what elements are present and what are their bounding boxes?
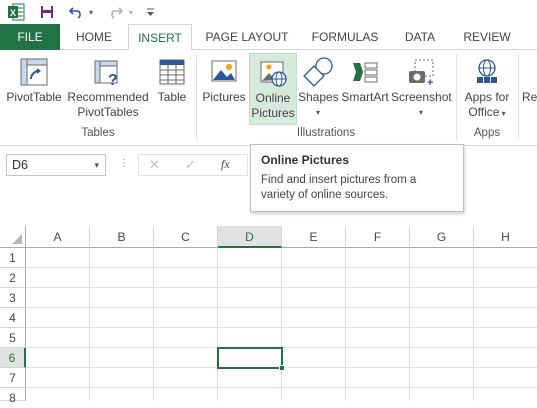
group-separator xyxy=(196,54,197,140)
tooltip-title: Online Pictures xyxy=(261,153,350,167)
apps-for-office-label-1: Apps for xyxy=(464,90,510,104)
screenshot-label: Screenshot xyxy=(391,90,452,104)
row-header-2[interactable]: 2 xyxy=(0,268,26,288)
undo-dropdown-icon[interactable]: ▾ xyxy=(86,2,96,22)
row-header-3[interactable]: 3 xyxy=(0,288,26,308)
column-header-a[interactable]: A xyxy=(26,226,90,248)
row-header-7[interactable]: 7 xyxy=(0,368,26,388)
pictures-icon xyxy=(200,54,248,90)
selected-cell-d6[interactable] xyxy=(217,347,283,369)
name-box-dropdown-icon[interactable]: ▾ xyxy=(94,155,99,175)
pivottable-label: PivotTable xyxy=(6,90,62,104)
tooltip-line-2: variety of online sources. xyxy=(261,189,389,201)
gridline xyxy=(89,248,90,401)
group-separator xyxy=(518,54,519,140)
gridline xyxy=(473,248,474,401)
gridline xyxy=(153,248,154,401)
recommended-pivottables-icon: ? xyxy=(66,54,150,90)
select-all-button[interactable] xyxy=(0,226,26,248)
excel-logo-icon: X xyxy=(6,2,26,22)
illustrations-group-label: Illustrations xyxy=(296,127,356,139)
shapes-button[interactable]: Shapes ▾ xyxy=(298,54,339,124)
svg-text:X: X xyxy=(10,8,16,18)
tooltip-line-1: Find and insert pictures from a xyxy=(261,174,417,186)
redo-icon[interactable] xyxy=(106,2,126,22)
apps-for-office-label-2: Office ▾ xyxy=(468,105,506,119)
ribbon: PivotTable ? Recommended PivotTables Tab… xyxy=(0,50,537,146)
column-header-e[interactable]: E xyxy=(282,226,346,248)
pictures-label: Pictures xyxy=(202,90,246,104)
tables-group-label: Tables xyxy=(81,127,115,139)
splitter-dots-icon[interactable]: ⋮ xyxy=(119,158,129,169)
row-header-5[interactable]: 5 xyxy=(0,328,26,348)
name-box[interactable]: D6 ▾ xyxy=(6,154,106,176)
column-header-g[interactable]: G xyxy=(410,226,474,248)
tab-formulas[interactable]: FORMULAS xyxy=(302,24,388,50)
svg-text:+: + xyxy=(427,77,433,87)
online-pictures-button[interactable]: Online Pictures xyxy=(249,53,297,125)
row-header-8[interactable]: 8 xyxy=(0,388,26,405)
tab-page-layout[interactable]: PAGE LAYOUT xyxy=(198,24,296,50)
online-pictures-icon xyxy=(250,54,296,91)
column-header-f[interactable]: F xyxy=(346,226,410,248)
column-header-h[interactable]: H xyxy=(474,226,537,248)
pivottable-icon xyxy=(4,54,64,90)
pictures-button[interactable]: Pictures xyxy=(200,54,248,124)
row-header-6[interactable]: 6 xyxy=(0,348,26,368)
recommended-charts-button[interactable]: Re xyxy=(522,90,537,105)
tab-review[interactable]: REVIEW xyxy=(452,24,522,50)
online-pictures-label-1: Online xyxy=(255,91,291,105)
online-pictures-label-2: Pictures xyxy=(251,106,295,120)
name-box-value: D6 xyxy=(12,158,28,172)
tab-data[interactable]: DATA xyxy=(394,24,446,50)
cancel-icon[interactable]: ✕ xyxy=(149,157,160,173)
recommended-pivottables-label-1: Recommended xyxy=(67,90,149,104)
apps-for-office-icon xyxy=(460,54,514,90)
tab-file[interactable]: FILE xyxy=(0,24,60,50)
enter-icon[interactable]: ✓ xyxy=(185,157,196,173)
gridline xyxy=(281,248,282,401)
gridline xyxy=(345,248,346,401)
screenshot-icon: + xyxy=(391,54,451,90)
table-icon xyxy=(152,54,192,90)
insert-function-icon[interactable]: fx xyxy=(221,157,230,172)
smartart-label: SmartArt xyxy=(341,90,389,104)
svg-text:?: ? xyxy=(108,72,118,87)
fill-handle[interactable] xyxy=(279,365,285,371)
formula-buttons: ✕ ✓ fx xyxy=(138,154,248,176)
smartart-button[interactable]: SmartArt xyxy=(340,54,390,124)
save-icon[interactable] xyxy=(38,2,56,22)
pivottable-button[interactable]: PivotTable xyxy=(4,54,64,124)
undo-icon[interactable] xyxy=(66,2,86,22)
worksheet-grid[interactable]: A B C D E F G H 1 2 3 4 5 6 7 8 xyxy=(0,226,537,405)
table-label: Table xyxy=(157,90,187,104)
gridline xyxy=(217,248,218,401)
column-header-b[interactable]: B xyxy=(90,226,154,248)
apps-for-office-button[interactable]: Apps for Office ▾ xyxy=(460,54,514,124)
row-header-4[interactable]: 4 xyxy=(0,308,26,328)
group-separator xyxy=(456,54,457,140)
row-header-1[interactable]: 1 xyxy=(0,248,26,268)
screenshot-button[interactable]: + Screenshot ▾ xyxy=(391,54,452,124)
shapes-dropdown-icon: ▾ xyxy=(315,108,320,117)
shapes-icon xyxy=(298,54,338,90)
redo-dropdown-icon[interactable]: ▾ xyxy=(126,2,136,22)
ribbon-tabs: FILE HOME INSERT PAGE LAYOUT FORMULAS DA… xyxy=(0,24,537,51)
apps-group-label: Apps xyxy=(473,127,501,139)
screenshot-dropdown-icon: ▾ xyxy=(418,108,423,117)
recommended-pivottables-label-2: PivotTables xyxy=(77,105,139,119)
tab-insert[interactable]: INSERT xyxy=(128,24,192,51)
recommended-pivottables-button[interactable]: ? Recommended PivotTables xyxy=(66,54,150,124)
table-button[interactable]: Table xyxy=(152,54,192,124)
tab-home[interactable]: HOME xyxy=(66,24,122,50)
title-bar: X ▾ ▾ xyxy=(0,0,537,24)
shapes-label: Shapes xyxy=(298,90,339,104)
gridline xyxy=(409,248,410,401)
column-header-c[interactable]: C xyxy=(154,226,218,248)
column-header-d[interactable]: D xyxy=(218,226,282,248)
online-pictures-tooltip: Online Pictures Find and insert pictures… xyxy=(250,144,464,212)
customize-qat-icon[interactable] xyxy=(144,2,156,22)
smartart-icon xyxy=(340,54,390,90)
